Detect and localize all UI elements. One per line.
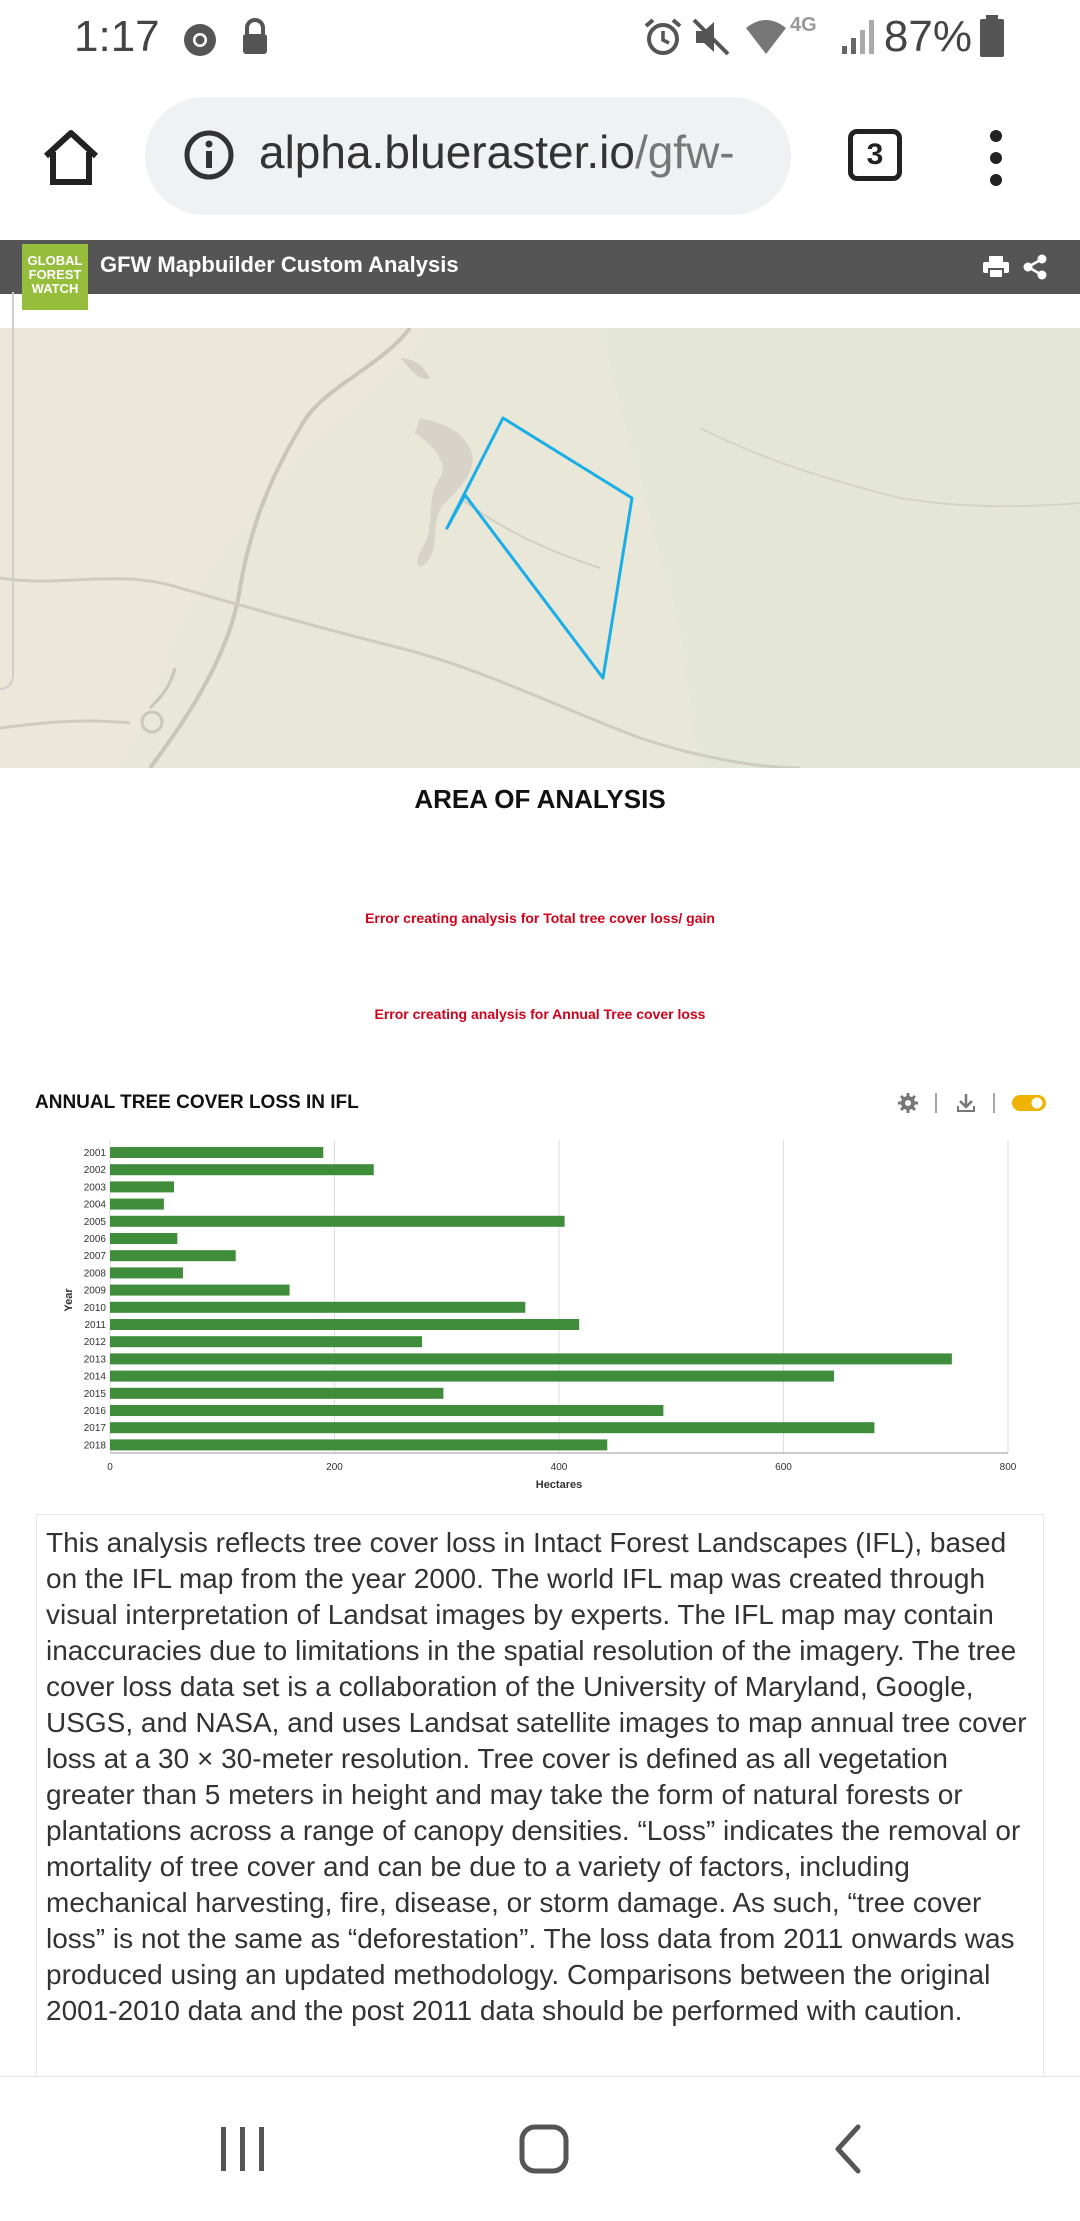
download-icon[interactable] <box>957 1094 975 1112</box>
analysis-description-box: This analysis reflects tree cover loss i… <box>36 1514 1044 2084</box>
bar-2007[interactable] <box>110 1250 236 1262</box>
alarm-icon <box>644 18 682 55</box>
annual-loss-chart: 2001 2002 2003 2004 2005 2006 2007 2008 2009 2010… <box>63 1140 1017 1491</box>
tab-switcher-button[interactable]: 3 <box>848 129 902 181</box>
side-panel-handle[interactable] <box>0 292 14 690</box>
y-tick-label: 2013 <box>84 1354 107 1365</box>
settings-icon[interactable] <box>898 1093 918 1113</box>
x-tick-label: 0 <box>107 1462 113 1473</box>
error-total-loss-gain: Error creating analysis for Total tree c… <box>365 910 715 926</box>
home-nav-icon[interactable] <box>518 2123 570 2175</box>
app-header: GLOBAL FOREST WATCH GFW Mapbuilder Custo… <box>0 240 1080 310</box>
y-tick-label: 2006 <box>84 1234 107 1245</box>
y-tick-label: 2003 <box>84 1182 107 1193</box>
x-tick-label: 800 <box>1000 1462 1017 1473</box>
bar-2004[interactable] <box>110 1198 164 1210</box>
bar-2014[interactable] <box>110 1370 835 1382</box>
mute-icon <box>692 18 730 56</box>
y-tick-label: 2016 <box>84 1406 107 1417</box>
y-tick-label: 2008 <box>84 1268 107 1279</box>
signal-icon <box>842 20 874 54</box>
bar-2001[interactable] <box>110 1147 324 1158</box>
share-icon[interactable] <box>1022 254 1048 280</box>
y-tick-label: 2014 <box>84 1372 107 1383</box>
bar-2009[interactable] <box>110 1284 290 1296</box>
status-time: 1:17 <box>74 12 160 61</box>
bar-2005[interactable] <box>110 1215 565 1227</box>
chart-toggle[interactable] <box>1012 1095 1046 1111</box>
bar-2018[interactable] <box>110 1439 608 1451</box>
analysis-map[interactable] <box>0 328 1080 768</box>
y-tick-label: 2010 <box>84 1303 107 1314</box>
y-tick-label: 2004 <box>84 1200 107 1211</box>
map-basemap <box>0 328 1080 768</box>
url-bar[interactable]: alpha.blueraster.io/gfw- <box>145 97 791 215</box>
y-tick-label: 2011 <box>84 1320 106 1331</box>
y-axis-label: Year <box>63 1288 75 1312</box>
bar-2012[interactable] <box>110 1336 423 1348</box>
y-tick-label: 2007 <box>84 1251 107 1262</box>
error-annual-loss: Error creating analysis for Annual Tree … <box>374 1006 706 1022</box>
bar-2013[interactable] <box>110 1353 952 1365</box>
analysis-description: This analysis reflects tree cover loss i… <box>46 1527 1027 2026</box>
bar-2010[interactable] <box>110 1301 526 1313</box>
x-tick-label: 600 <box>775 1462 792 1473</box>
x-axis-label: Hectares <box>536 1479 582 1491</box>
chart-toolbar <box>898 1093 1046 1113</box>
lock-icon <box>243 18 267 54</box>
x-tick-label: 400 <box>551 1462 568 1473</box>
y-tick-label: 2017 <box>84 1423 107 1434</box>
info-icon[interactable] <box>183 129 235 181</box>
bar-2008[interactable] <box>110 1267 183 1279</box>
y-tick-label: 2001 <box>84 1148 107 1159</box>
url-path: /gfw- <box>634 126 735 178</box>
y-tick-label: 2015 <box>84 1389 107 1400</box>
bar-2016[interactable] <box>110 1405 664 1416</box>
network-type: 4G <box>790 14 817 36</box>
logo-line-3: WATCH <box>31 281 79 296</box>
bar-2002[interactable] <box>110 1164 374 1176</box>
wifi-icon <box>746 20 786 54</box>
y-tick-label: 2018 <box>84 1440 107 1451</box>
system-nav-bar <box>0 2076 1080 2221</box>
x-tick-label: 200 <box>326 1462 343 1473</box>
gfw-logo[interactable]: GLOBAL FOREST WATCH <box>22 244 88 310</box>
url-text[interactable]: alpha.blueraster.io/gfw- <box>259 125 779 179</box>
y-tick-label: 2012 <box>84 1337 107 1348</box>
area-of-analysis-title: AREA OF ANALYSIS <box>414 784 666 814</box>
browser-toolbar: alpha.blueraster.io/gfw- 3 <box>0 72 1080 240</box>
bar-2003[interactable] <box>110 1181 174 1193</box>
logo-line-1: GLOBAL <box>27 253 83 268</box>
battery-icon <box>980 15 1004 57</box>
bar-2015[interactable] <box>110 1387 444 1399</box>
app-title: GFW Mapbuilder Custom Analysis <box>100 252 459 277</box>
status-bar: 1:17 4G 87% <box>0 0 1080 72</box>
chrome-icon <box>184 24 216 56</box>
bar-2017[interactable] <box>110 1422 875 1434</box>
chart-title: ANNUAL TREE COVER LOSS IN IFL <box>35 1092 359 1113</box>
home-icon[interactable] <box>40 126 102 188</box>
url-host: alpha.blueraster.io <box>259 126 635 178</box>
y-tick-label: 2005 <box>84 1217 107 1228</box>
logo-line-2: FOREST <box>28 267 82 282</box>
more-menu-icon[interactable] <box>984 128 1008 188</box>
y-tick-label: 2009 <box>84 1286 107 1297</box>
print-icon[interactable] <box>982 255 1010 279</box>
battery-percent: 87% <box>883 12 972 61</box>
bar-2006[interactable] <box>110 1233 178 1244</box>
y-tick-label: 2002 <box>84 1165 107 1176</box>
bar-2011[interactable] <box>110 1319 580 1330</box>
recent-apps-icon[interactable] <box>218 2123 268 2175</box>
back-icon[interactable] <box>830 2123 866 2175</box>
